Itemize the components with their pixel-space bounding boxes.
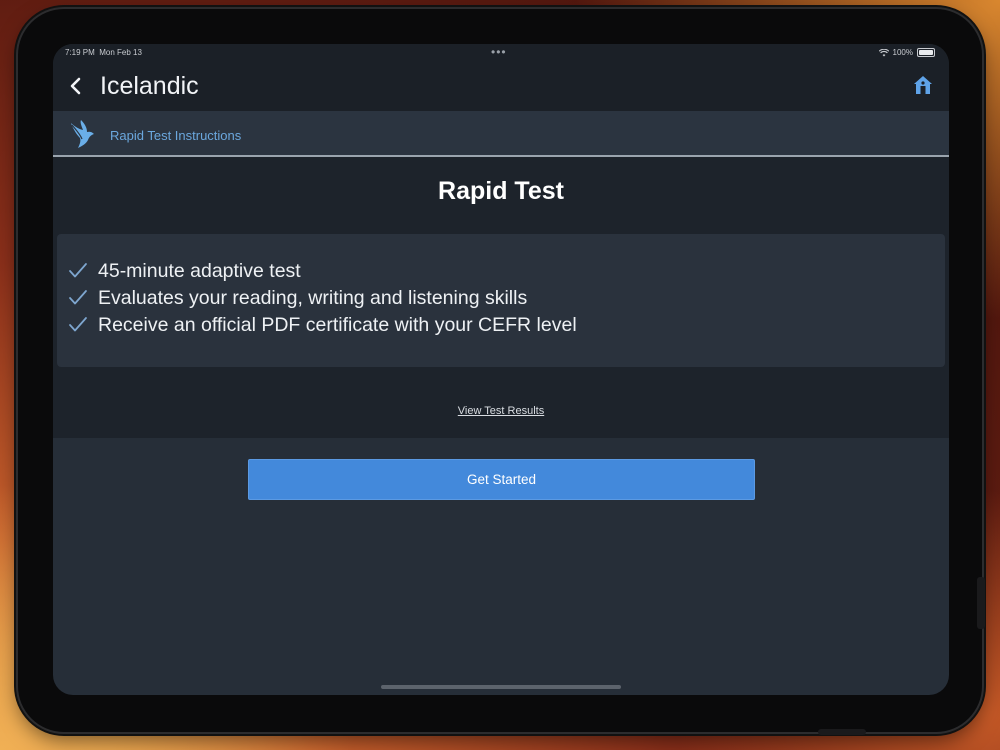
home-indicator[interactable]: [381, 685, 621, 689]
feature-text: Receive an official PDF certificate with…: [98, 313, 577, 336]
back-button[interactable]: [61, 71, 91, 101]
chevron-left-icon: [70, 77, 81, 95]
feature-text: 45-minute adaptive test: [98, 259, 301, 282]
test-title: Rapid Test: [438, 177, 564, 205]
feature-item: Evaluates your reading, writing and list…: [67, 285, 527, 311]
checkmark-icon: [69, 317, 87, 332]
page-title: Icelandic: [100, 72, 199, 100]
volume-button: [977, 577, 985, 629]
feature-text: Evaluates your reading, writing and list…: [98, 286, 528, 309]
home-icon: [914, 76, 932, 94]
status-right: 100%: [878, 48, 935, 57]
section-header: Rapid Test Instructions: [53, 111, 949, 157]
status-bar: 7:19 PM Mon Feb 13 ••• 100%: [53, 44, 949, 61]
feature-item: 45-minute adaptive test: [67, 258, 301, 284]
home-button[interactable]: [911, 73, 935, 97]
power-button: [818, 729, 866, 735]
checkmark-icon: [69, 263, 87, 278]
multitask-indicator[interactable]: •••: [491, 45, 507, 59]
checkmark-icon: [69, 290, 87, 305]
battery-percentage: 100%: [892, 48, 913, 57]
status-time: 7:19 PM Mon Feb 13: [65, 48, 142, 57]
feature-item: Receive an official PDF certificate with…: [67, 312, 577, 338]
app-screen: 7:19 PM Mon Feb 13 ••• 100% Icelandic Ra…: [53, 44, 949, 695]
wifi-icon: [878, 48, 889, 56]
battery-icon: [917, 48, 935, 57]
navigation-bar: Icelandic: [53, 61, 949, 111]
bird-logo-icon: [71, 120, 94, 148]
section-header-label: Rapid Test Instructions: [110, 128, 242, 143]
view-test-results-link[interactable]: View Test Results: [53, 405, 949, 417]
get-started-button[interactable]: Get Started: [248, 459, 755, 500]
feature-list: 45-minute adaptive test Evaluates your r…: [57, 234, 945, 367]
test-info-card: Rapid Test 45-minute adaptive test Evalu…: [53, 157, 949, 438]
